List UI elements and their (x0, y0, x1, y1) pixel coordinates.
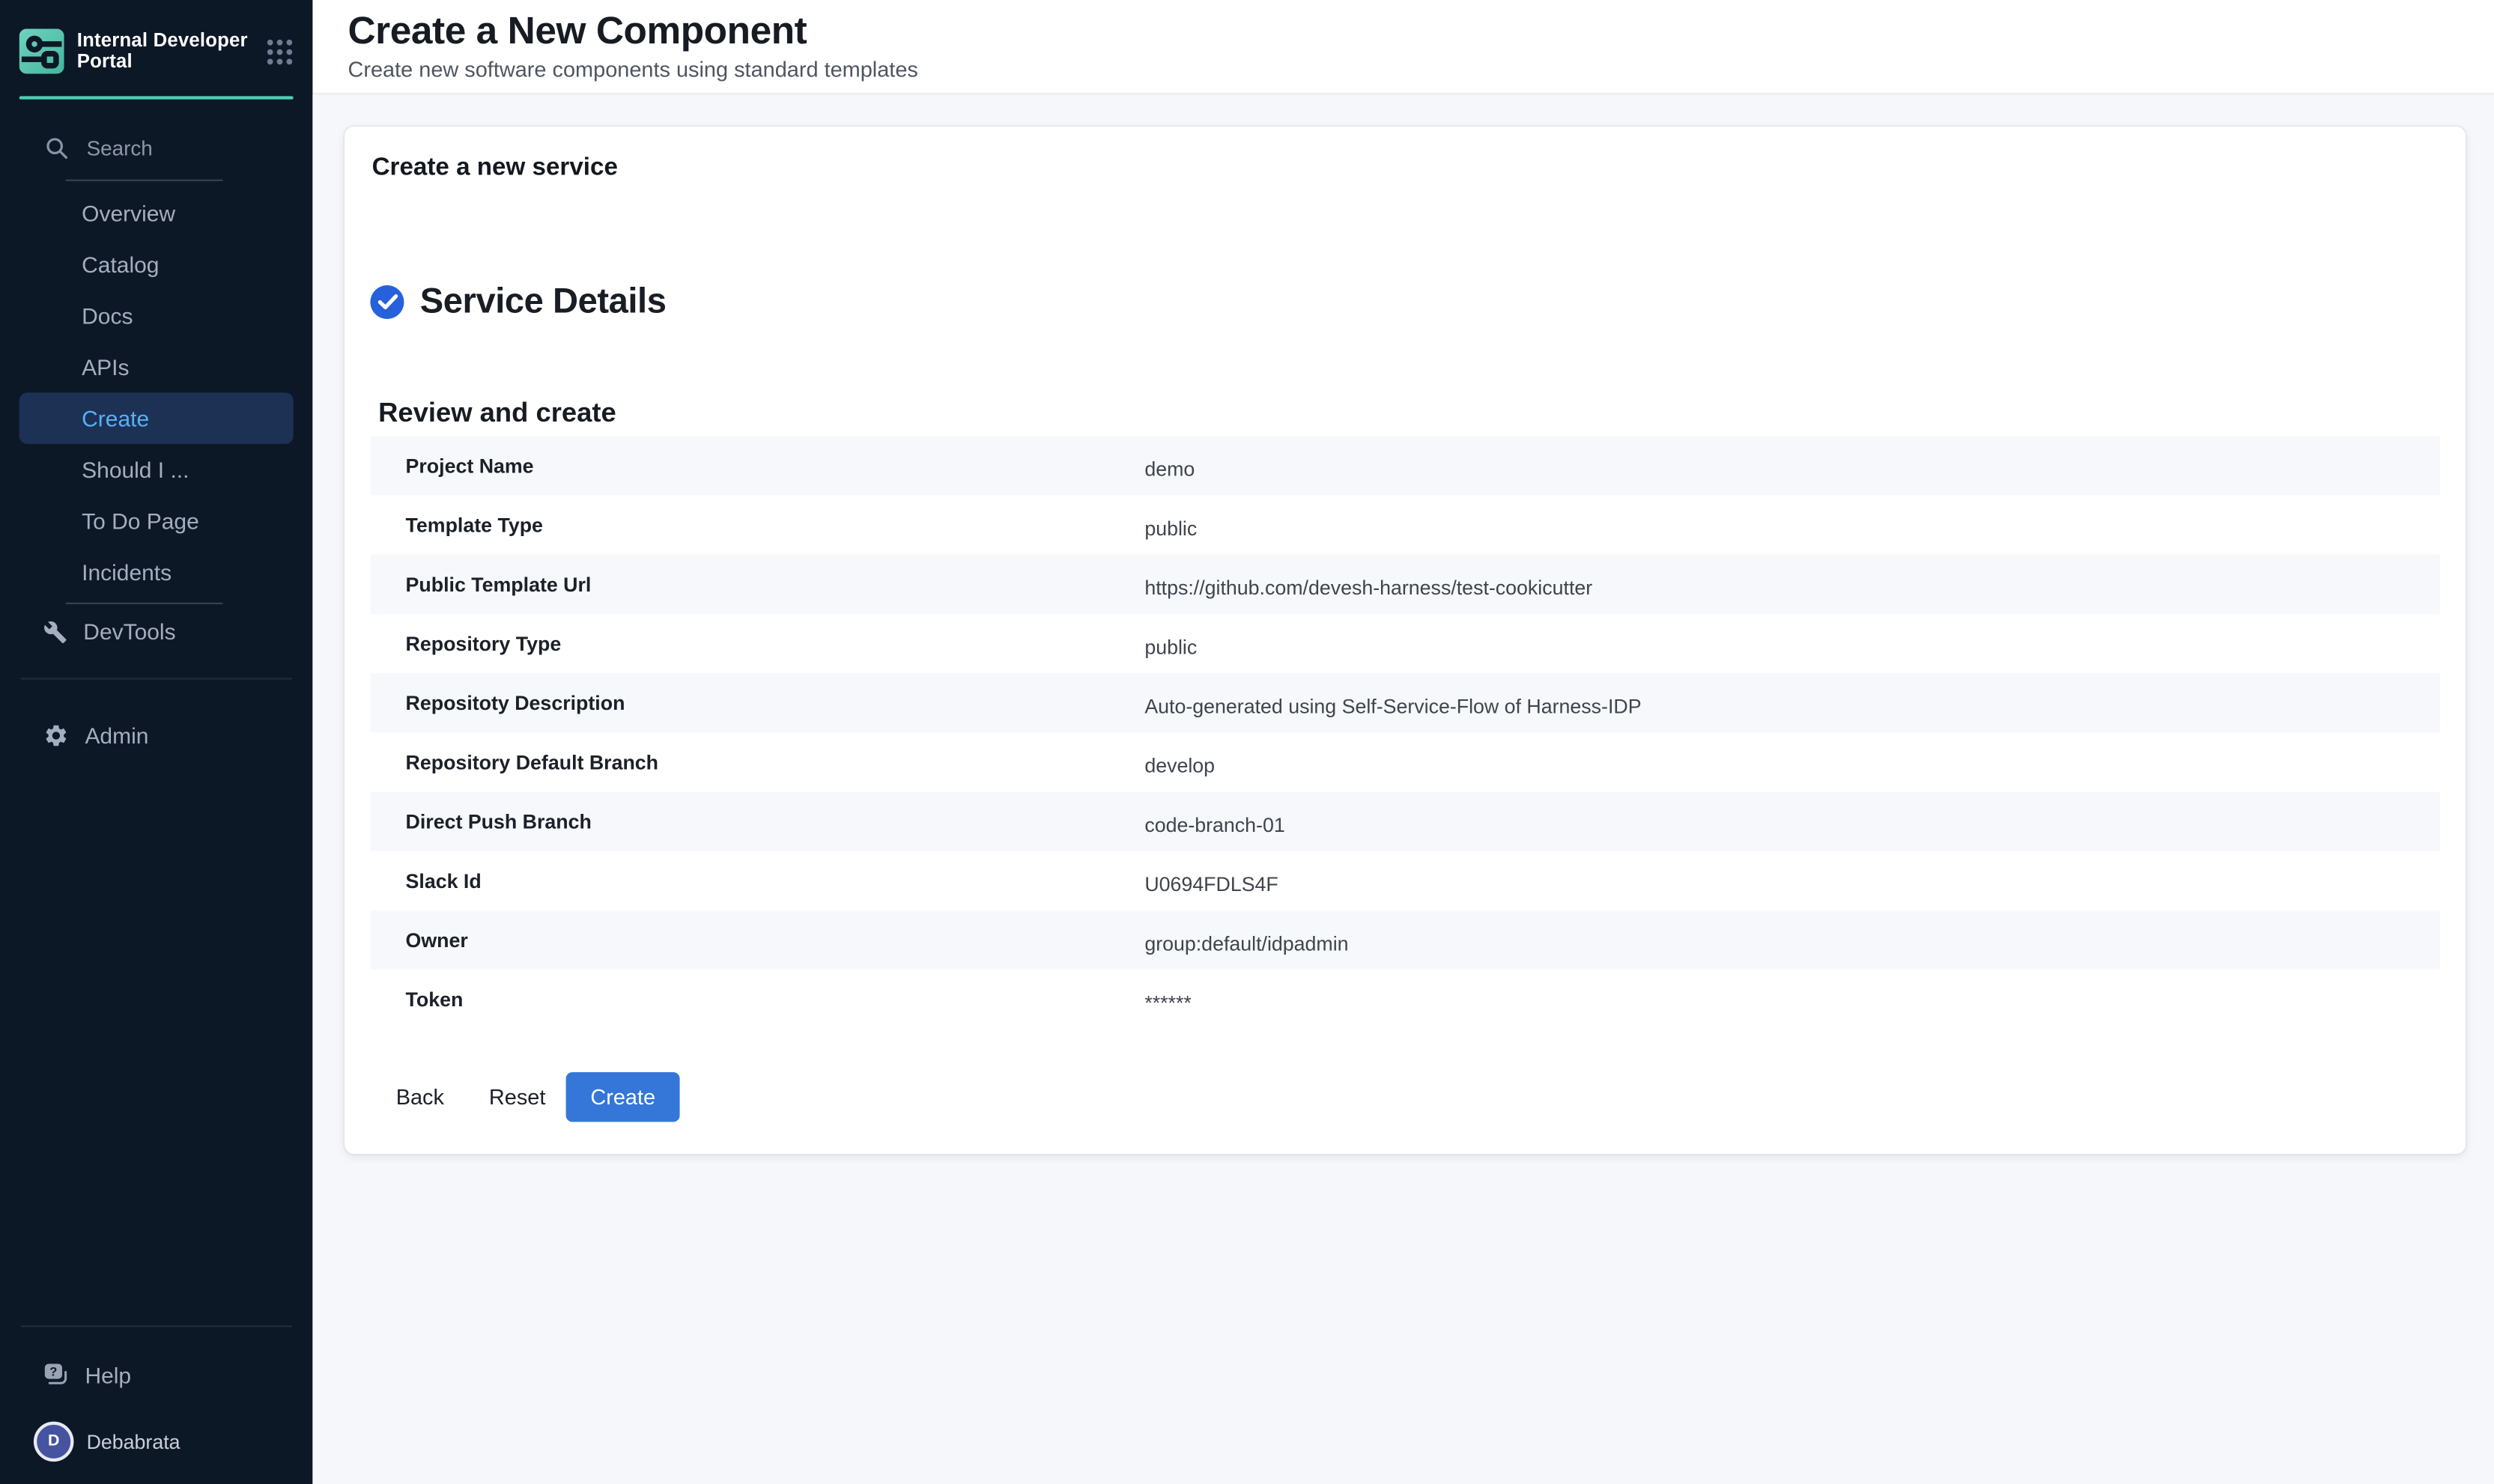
brand-underline (19, 96, 294, 99)
sidebar-item-label: Create (82, 406, 149, 431)
step-label: Service Details (420, 281, 667, 323)
sidebar-item-overview[interactable]: Overview (19, 187, 294, 238)
page-header: Create a New Component Create new softwa… (312, 0, 2494, 94)
review-row: Project Name demo (370, 436, 2439, 495)
sidebar-item-devtools[interactable]: DevTools (0, 607, 312, 655)
apps-grid-icon[interactable] (266, 37, 293, 64)
form-actions: Back Reset Create (370, 1072, 679, 1122)
review-row: Repositoty Description Auto-generated us… (370, 673, 2439, 732)
sidebar-item-catalog[interactable]: Catalog (19, 239, 294, 290)
review-row-label: Direct Push Branch (406, 810, 592, 833)
review-row-value: https://github.com/devesh-harness/test-c… (1144, 577, 1592, 599)
review-row-label: Public Template Url (406, 573, 592, 595)
review-row: Token ****** (370, 970, 2439, 1029)
brand: Internal Developer Portal (0, 0, 312, 73)
sidebar-item-label: Should I ... (82, 457, 189, 482)
review-row-label: Repositoty Description (406, 692, 625, 714)
sidebar-search[interactable]: Search (0, 135, 312, 160)
page-content: Create a new service Service Details Rev… (312, 94, 2494, 1484)
brand-title-line1: Internal Developer (77, 30, 248, 52)
review-row: Slack Id U0694FDLS4F (370, 851, 2439, 910)
sidebar-item-label: Help (85, 1362, 131, 1387)
svg-text:?: ? (49, 1366, 57, 1379)
sidebar-bottom: ? Help D Debabrata (0, 1325, 312, 1462)
nav-divider (66, 603, 223, 604)
review-row-value: ****** (1144, 991, 1191, 1014)
review-row: Direct Push Branch code-branch-01 (370, 791, 2439, 851)
review-row-value: public (1144, 517, 1197, 539)
review-row-value: develop (1144, 754, 1215, 776)
sidebar-item-label: Incidents (82, 559, 172, 585)
review-row-value: code-branch-01 (1144, 813, 1284, 836)
sidebar-item-label: APIs (82, 354, 129, 380)
review-row-label: Project Name (406, 454, 534, 477)
review-row: Repository Default Branch develop (370, 732, 2439, 791)
sidebar-item-label: Docs (82, 303, 133, 329)
sidebar-item-should-i[interactable]: Should I ... (19, 444, 294, 495)
sidebar-item-label: DevTools (83, 618, 175, 644)
review-row-value: demo (1144, 457, 1195, 480)
search-divider (66, 180, 223, 181)
sidebar-item-admin[interactable]: Admin (0, 711, 312, 759)
help-chat-icon: ? (43, 1362, 69, 1387)
user-menu[interactable]: D Debabrata (0, 1422, 312, 1462)
review-row-label: Repository Default Branch (406, 751, 658, 773)
review-row-value: public (1144, 636, 1197, 658)
review-heading: Review and create (378, 398, 616, 430)
search-label: Search (87, 136, 153, 159)
create-button[interactable]: Create (566, 1072, 679, 1122)
reset-button[interactable]: Reset (473, 1074, 561, 1120)
brand-title-line2: Portal (77, 51, 248, 73)
sidebar-item-apis[interactable]: APIs (19, 341, 294, 392)
review-row-value: U0694FDLS4F (1144, 873, 1278, 895)
wrench-icon (43, 619, 67, 643)
review-row: Template Type public (370, 495, 2439, 554)
card-title: Create a new service (372, 153, 618, 183)
review-row-label: Token (406, 988, 464, 1011)
sidebar-item-incidents[interactable]: Incidents (19, 547, 294, 597)
review-row-value: group:default/idpadmin (1144, 932, 1348, 955)
review-row-label: Repository Type (406, 632, 562, 654)
section-divider (21, 678, 292, 679)
app-root: Internal Developer Portal Search (0, 0, 2494, 1484)
sidebar: Internal Developer Portal Search (0, 0, 312, 1484)
review-table: Project Name demo Template Type public P… (370, 436, 2439, 1029)
sidebar-item-label: Admin (85, 723, 148, 748)
sidebar-item-todo-page[interactable]: To Do Page (19, 495, 294, 546)
create-service-card: Create a new service Service Details Rev… (345, 127, 2466, 1154)
review-row: Public Template Url https://github.com/d… (370, 555, 2439, 614)
review-row-label: Slack Id (406, 869, 482, 892)
app-logo-icon[interactable] (19, 29, 64, 74)
review-row: Repository Type public (370, 614, 2439, 673)
user-name: Debabrata (87, 1430, 180, 1453)
review-row-label: Owner (406, 928, 468, 951)
page-subtitle: Create new software components using sta… (348, 58, 2494, 82)
bottom-divider (21, 1325, 292, 1327)
sidebar-item-label: To Do Page (82, 508, 199, 534)
page-title: Create a New Component (348, 11, 2494, 53)
review-row-label: Template Type (406, 514, 543, 536)
sidebar-item-help[interactable]: ? Help (0, 1351, 312, 1399)
review-row-value: Auto-generated using Self-Service-Flow o… (1144, 695, 1641, 717)
sidebar-item-label: Catalog (82, 252, 159, 277)
main-area: Create a New Component Create new softwa… (312, 0, 2494, 1484)
search-icon (45, 136, 69, 159)
back-button[interactable]: Back (380, 1074, 460, 1120)
sidebar-nav: Overview Catalog Docs APIs Create Should… (0, 187, 312, 597)
gear-icon (43, 723, 69, 748)
avatar: D (34, 1422, 74, 1462)
sidebar-item-create[interactable]: Create (19, 392, 294, 443)
sidebar-item-label: Overview (82, 201, 175, 226)
step-check-icon (370, 285, 404, 318)
brand-title: Internal Developer Portal (77, 30, 248, 73)
step-service-details[interactable]: Service Details (370, 281, 666, 323)
review-row: Owner group:default/idpadmin (370, 910, 2439, 970)
sidebar-item-docs[interactable]: Docs (19, 290, 294, 341)
